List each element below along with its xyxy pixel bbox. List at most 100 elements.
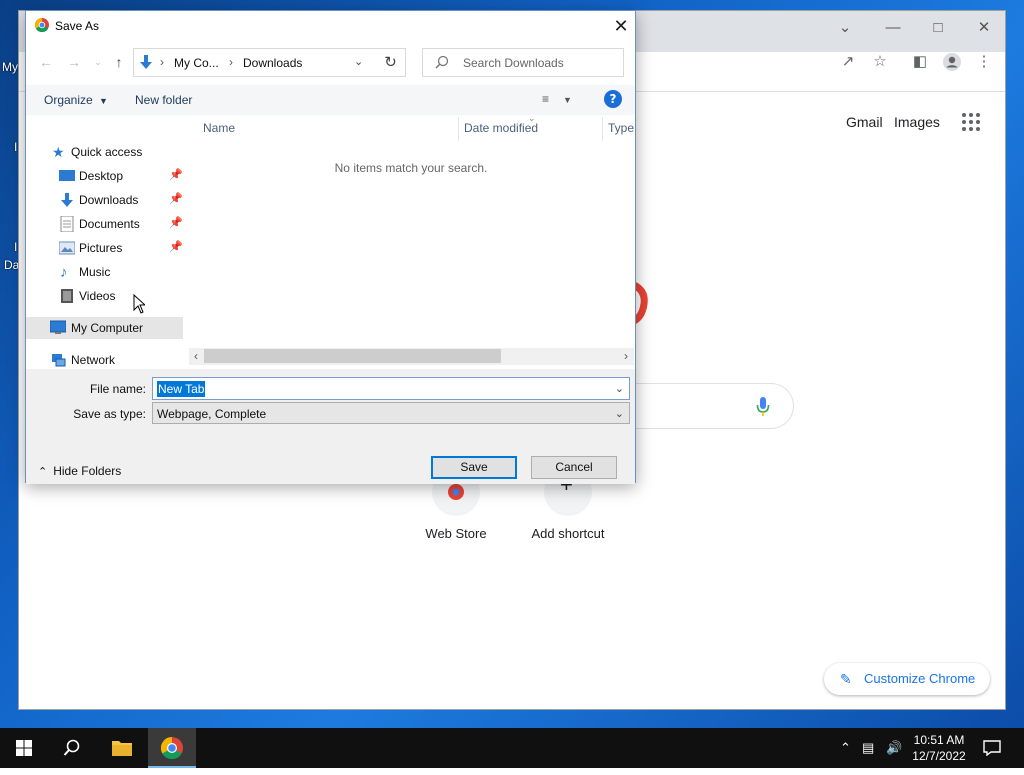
nav-item-videos[interactable]: Videos bbox=[26, 285, 183, 307]
nav-item-pictures[interactable]: Pictures 📌 bbox=[26, 237, 183, 259]
nav-my-computer[interactable]: My Computer bbox=[26, 317, 183, 339]
bookmark-star-icon[interactable]: ☆ bbox=[869, 52, 891, 72]
nav-label: Quick access bbox=[71, 145, 143, 159]
hide-folders-button[interactable]: ⌃ Hide Folders bbox=[38, 464, 121, 478]
customize-chrome-button[interactable]: ✎ Customize Chrome bbox=[824, 663, 990, 695]
address-dropdown-chevron-icon[interactable]: ⌄ bbox=[354, 55, 363, 68]
download-icon bbox=[61, 193, 73, 207]
nav-label: Network bbox=[71, 353, 116, 367]
column-separator[interactable] bbox=[458, 117, 459, 141]
side-panel-icon[interactable]: ◧ bbox=[909, 52, 931, 72]
recent-locations-chevron-icon[interactable]: ⌄ bbox=[90, 54, 106, 70]
nav-item-music[interactable]: ♪ Music bbox=[26, 261, 183, 283]
menu-kebab-icon[interactable]: ⋮ bbox=[973, 52, 995, 72]
minimize-button[interactable]: — bbox=[878, 17, 908, 39]
column-header-date-modified[interactable]: Date modified bbox=[464, 121, 538, 135]
breadcrumb-my-computer[interactable]: My Co... bbox=[174, 56, 219, 70]
mouse-cursor-icon bbox=[133, 294, 145, 314]
mic-icon[interactable] bbox=[756, 396, 770, 418]
address-bar[interactable]: › My Co... › Downloads ⌄ bbox=[133, 48, 401, 77]
empty-message: No items match your search. bbox=[334, 161, 488, 175]
dialog-close-button[interactable]: ✕ bbox=[606, 14, 636, 38]
taskbar: ⌃ ▤ 🔊 10:51 AM 12/7/2022 bbox=[0, 728, 1024, 768]
navigation-row: ← → ⌄ ↑ › My Co... › Downloads ⌄ ↻ Searc… bbox=[26, 48, 635, 78]
profile-avatar-icon[interactable] bbox=[941, 52, 963, 72]
desktop-icon-label[interactable]: My bbox=[2, 60, 18, 74]
organize-menu[interactable]: Organize ▼ bbox=[44, 93, 108, 107]
dialog-footer: File name: New Tab ⌄ Save as type: Webpa… bbox=[26, 369, 635, 484]
file-name-value: New Tab bbox=[157, 381, 206, 397]
file-list: Name ⌄ Date modified Type No items match… bbox=[196, 113, 636, 369]
search-placeholder: Search Downloads bbox=[463, 56, 564, 70]
organize-label: Organize bbox=[44, 93, 93, 107]
search-box[interactable]: Search Downloads bbox=[422, 48, 624, 77]
maximize-button[interactable]: □ bbox=[923, 17, 953, 39]
save-type-value: Webpage, Complete bbox=[157, 407, 267, 421]
up-arrow-icon[interactable]: ↑ bbox=[111, 54, 127, 70]
share-icon[interactable]: ↗ bbox=[837, 52, 859, 72]
refresh-button[interactable]: ↻ bbox=[376, 48, 406, 77]
windows-logo-icon bbox=[16, 740, 32, 756]
desktop-icon-fragment-2: I bbox=[14, 240, 18, 254]
clock-time: 10:51 AM bbox=[913, 733, 965, 747]
nav-item-downloads[interactable]: Downloads 📌 bbox=[26, 189, 183, 211]
images-link[interactable]: Images bbox=[894, 114, 940, 130]
column-header-type[interactable]: Type bbox=[608, 121, 634, 135]
close-window-button[interactable]: ✕ bbox=[969, 17, 999, 39]
help-icon[interactable]: ? bbox=[604, 90, 622, 108]
gmail-link[interactable]: Gmail bbox=[846, 114, 883, 130]
cancel-button[interactable]: Cancel bbox=[531, 456, 617, 479]
file-explorer-button[interactable] bbox=[98, 728, 146, 768]
scrollbar-thumb[interactable] bbox=[204, 349, 501, 363]
save-as-type-select[interactable]: Webpage, Complete ⌄ bbox=[152, 402, 630, 424]
star-icon: ★ bbox=[52, 144, 65, 160]
google-apps-icon[interactable] bbox=[962, 113, 980, 131]
file-name-label: File name: bbox=[89, 382, 146, 396]
videos-icon bbox=[61, 289, 73, 303]
search-icon bbox=[435, 55, 449, 69]
save-type-dropdown-icon: ⌄ bbox=[614, 408, 624, 420]
new-folder-button[interactable]: New folder bbox=[135, 93, 192, 107]
nav-item-documents[interactable]: Documents 📌 bbox=[26, 213, 183, 235]
save-button[interactable]: Save bbox=[431, 456, 517, 479]
horizontal-scrollbar[interactable]: ‹ › bbox=[189, 348, 634, 365]
chevron-up-icon: ⌃ bbox=[38, 466, 48, 478]
breadcrumb-separator-icon: › bbox=[229, 55, 233, 69]
dialog-titlebar[interactable]: Save As ✕ bbox=[26, 11, 635, 41]
notifications-button[interactable] bbox=[968, 728, 1016, 768]
nav-quick-access[interactable]: ★ Quick access bbox=[26, 141, 183, 163]
network-tray-icon[interactable]: ▤ bbox=[862, 740, 874, 756]
back-arrow-icon[interactable]: ← bbox=[38, 54, 54, 70]
taskbar-search-button[interactable] bbox=[48, 728, 96, 768]
search-icon bbox=[63, 739, 80, 756]
nav-label: Videos bbox=[79, 289, 116, 303]
navigation-pane: ★ Quick access Desktop 📌 Downloads 📌 Doc… bbox=[26, 115, 183, 369]
file-name-input[interactable]: New Tab ⌄ bbox=[152, 377, 630, 400]
taskbar-clock[interactable]: 10:51 AM 12/7/2022 bbox=[906, 732, 972, 764]
scroll-right-icon[interactable]: › bbox=[619, 349, 633, 363]
volume-icon[interactable]: 🔊 bbox=[886, 740, 902, 756]
start-button[interactable] bbox=[0, 728, 48, 768]
column-header-name[interactable]: Name bbox=[203, 121, 235, 135]
web-store-label: Web Store bbox=[425, 526, 487, 541]
customize-chrome-label: Customize Chrome bbox=[864, 671, 976, 686]
tray-chevron-up-icon[interactable]: ⌃ bbox=[840, 740, 851, 756]
desktop-icon bbox=[59, 170, 75, 181]
nav-item-desktop[interactable]: Desktop 📌 bbox=[26, 165, 183, 187]
file-name-dropdown-icon[interactable]: ⌄ bbox=[615, 382, 624, 395]
breadcrumb-downloads[interactable]: Downloads bbox=[243, 56, 302, 70]
save-type-label: Save as type: bbox=[73, 407, 146, 421]
clock-date: 12/7/2022 bbox=[912, 749, 966, 763]
chrome-taskbar-button[interactable] bbox=[148, 728, 196, 768]
view-options-icon[interactable]: ≡ ▼ bbox=[542, 92, 572, 106]
scroll-left-icon[interactable]: ‹ bbox=[189, 349, 203, 363]
nav-label: Documents bbox=[79, 217, 140, 231]
tab-search-chevron-icon[interactable]: ⌄ bbox=[830, 17, 860, 39]
column-separator[interactable] bbox=[602, 117, 603, 141]
add-shortcut-label: Add shortcut bbox=[531, 526, 605, 541]
forward-arrow-icon[interactable]: → bbox=[66, 54, 82, 70]
pin-icon: 📌 bbox=[169, 241, 183, 253]
folder-icon bbox=[112, 741, 132, 756]
breadcrumb-separator-icon: › bbox=[160, 55, 164, 69]
nav-network[interactable]: Network bbox=[26, 349, 183, 371]
